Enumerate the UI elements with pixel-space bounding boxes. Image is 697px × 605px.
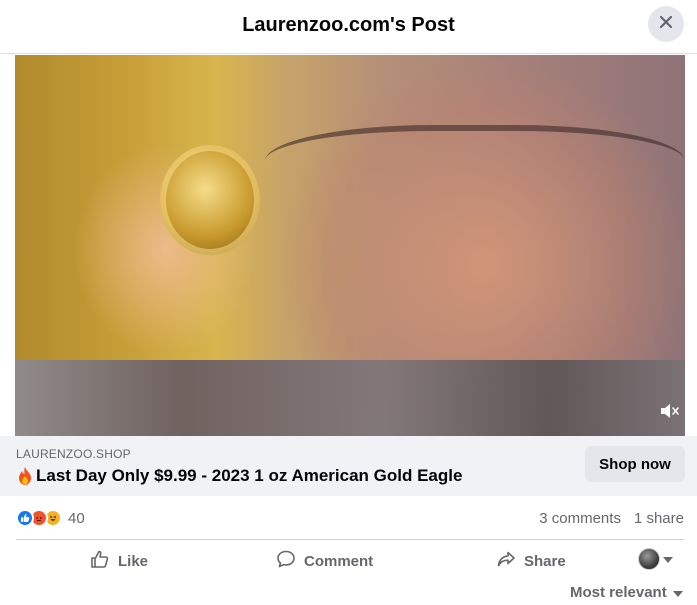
video-lower-band <box>15 360 685 436</box>
comment-button[interactable]: Comment <box>276 544 373 578</box>
reactions-summary[interactable]: 40 <box>16 509 85 527</box>
avatar <box>638 548 660 570</box>
mute-button[interactable] <box>658 402 682 424</box>
close-icon <box>658 14 674 35</box>
ad-domain: LAURENZOO.SHOP <box>16 447 131 461</box>
close-button[interactable] <box>648 6 684 42</box>
shop-now-button[interactable]: Shop now <box>585 446 685 482</box>
share-button[interactable]: Share <box>496 544 566 578</box>
post-dialog-header: Laurenzoo.com's Post <box>0 0 697 54</box>
post-stats: 40 3 comments 1 share <box>16 505 684 533</box>
ad-link-preview[interactable]: LAURENZOO.SHOP Last Day Only $9.99 - 202… <box>0 436 697 496</box>
gold-coin-image <box>160 145 260 255</box>
dialog-title: Laurenzoo.com's Post <box>242 14 455 36</box>
comment-label: Comment <box>304 552 374 570</box>
post-as-selector[interactable] <box>638 548 673 570</box>
ad-headline: Last Day Only $9.99 - 2023 1 oz American… <box>36 466 463 485</box>
post-action-bar: Like Comment Share <box>16 544 684 578</box>
comments-count[interactable]: 3 comments <box>539 510 621 527</box>
caret-down-icon <box>672 584 683 601</box>
video-frame-detail <box>265 125 685 215</box>
like-reaction-icon <box>16 509 34 527</box>
like-button[interactable]: Like <box>90 544 148 578</box>
reaction-count: 40 <box>68 509 85 527</box>
shares-count[interactable]: 1 share <box>634 510 684 527</box>
caret-down-icon <box>663 550 673 568</box>
fire-icon <box>16 466 34 486</box>
share-label: Share <box>524 552 566 570</box>
video-player[interactable] <box>15 55 685 436</box>
comment-sort-dropdown[interactable]: Most relevant <box>570 584 683 601</box>
comment-bubble-icon <box>276 549 296 573</box>
ad-headline-row[interactable]: Last Day Only $9.99 - 2023 1 oz American… <box>16 466 462 486</box>
divider <box>16 539 684 540</box>
engagement-counts: 3 comments 1 share <box>539 510 684 527</box>
like-label: Like <box>118 552 149 570</box>
volume-muted-icon <box>659 402 681 425</box>
sort-label: Most relevant <box>570 584 667 601</box>
share-arrow-icon <box>496 549 516 573</box>
thumbs-up-icon <box>90 549 110 573</box>
